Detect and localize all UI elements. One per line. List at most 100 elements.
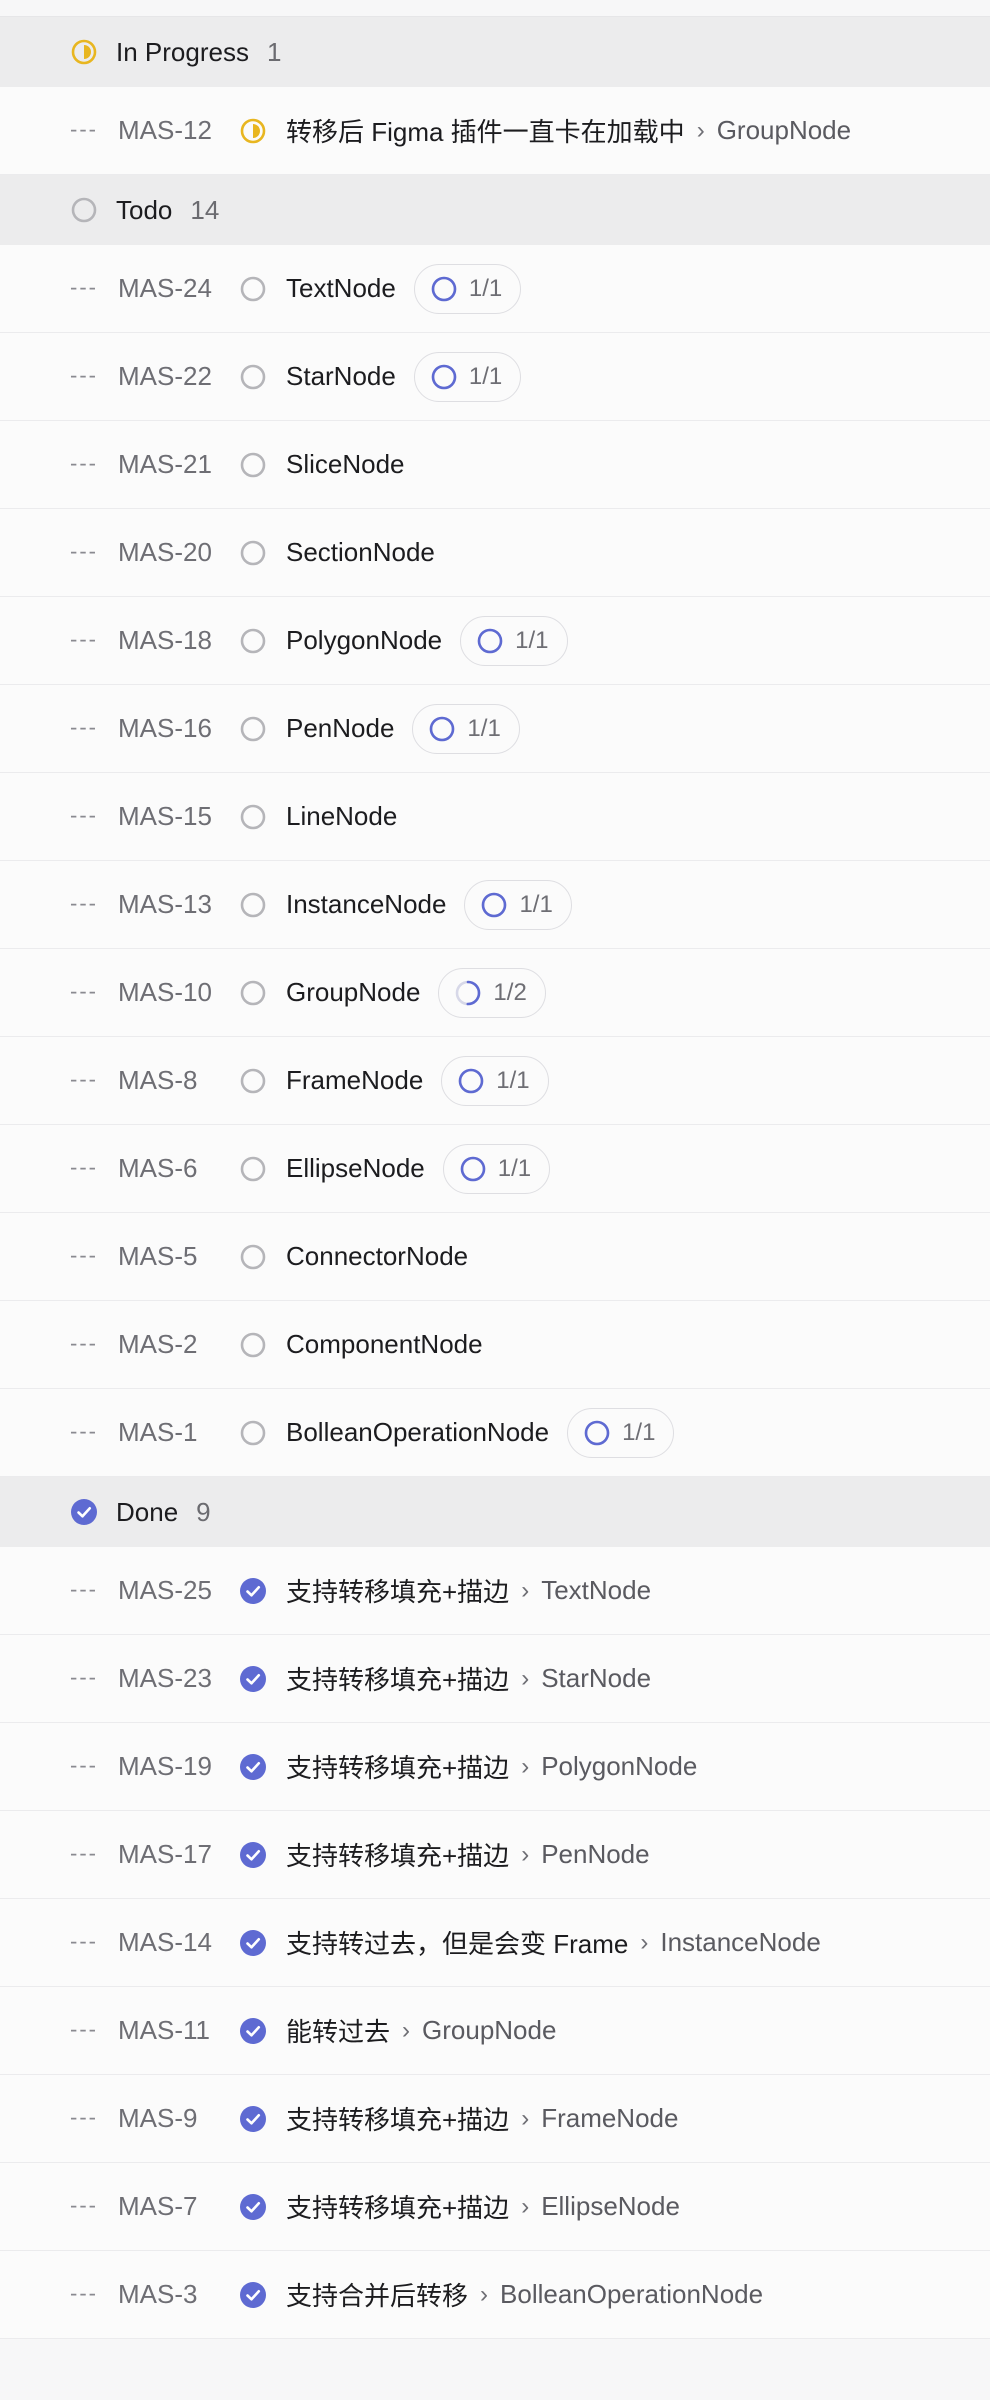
issue-status-button[interactable]	[238, 362, 268, 392]
issue-body: 支持转移填充+描边 › FrameNode	[286, 2100, 678, 2137]
issue-status-button[interactable]	[238, 1752, 268, 1782]
parent-separator: ›	[402, 2016, 411, 2044]
sub-issue-progress-pill[interactable]: 1/1	[464, 879, 572, 930]
row-menu-icon[interactable]: ---	[70, 2016, 98, 2042]
issue-row[interactable]: --- MAS-20 SectionNode	[0, 509, 990, 597]
issue-title: StarNode	[286, 361, 396, 391]
issue-status-button[interactable]	[238, 1576, 268, 1606]
row-menu-icon[interactable]: ---	[70, 802, 98, 828]
issue-row[interactable]: --- MAS-21 SliceNode	[0, 421, 990, 509]
issue-status-button[interactable]	[238, 2280, 268, 2310]
sub-issue-progress-pill[interactable]: 1/1	[442, 1143, 551, 1194]
sub-issue-progress-pill[interactable]: 1/2	[438, 967, 546, 1018]
issue-status-button[interactable]	[238, 978, 268, 1008]
issue-row[interactable]: --- MAS-7 支持转移填充+描边 › EllipseNode	[0, 2163, 990, 2251]
issue-id: MAS-5	[118, 1241, 198, 1271]
issue-row[interactable]: --- MAS-15 LineNode	[0, 773, 990, 861]
issue-row[interactable]: --- MAS-5 ConnectorNode	[0, 1213, 990, 1301]
row-menu-icon[interactable]: ---	[70, 274, 98, 300]
row-menu-icon[interactable]: ---	[70, 978, 98, 1004]
sub-issue-progress-pill[interactable]: 1/1	[413, 263, 522, 314]
issue-row[interactable]: --- MAS-9 支持转移填充+描边 › FrameNode	[0, 2075, 990, 2163]
sub-issue-progress-pill[interactable]: 1/1	[567, 1407, 675, 1458]
issue-status-button[interactable]	[238, 1330, 268, 1360]
parent-issue-title: EllipseNode	[541, 2191, 680, 2221]
issue-row[interactable]: --- MAS-18 PolygonNode 1/1	[0, 597, 990, 685]
issue-row[interactable]: --- MAS-11 能转过去 › GroupNode	[0, 1987, 990, 2075]
row-menu-icon[interactable]: ---	[70, 1242, 98, 1268]
issue-status-button[interactable]	[238, 274, 268, 304]
issue-status-button[interactable]	[238, 1066, 268, 1096]
issue-row[interactable]: --- MAS-3 支持合并后转移 › BolleanOperationNode	[0, 2251, 990, 2339]
row-menu-icon[interactable]: ---	[70, 626, 98, 652]
issue-status-button[interactable]	[238, 116, 268, 146]
issue-title: 支持转移填充+描边	[286, 2105, 510, 2135]
row-menu-icon[interactable]: ---	[70, 1840, 98, 1866]
row-menu-icon[interactable]: ---	[70, 362, 98, 388]
issue-status-button[interactable]	[238, 1840, 268, 1870]
issue-status-button[interactable]	[238, 450, 268, 480]
row-menu-icon[interactable]: ---	[70, 1752, 98, 1778]
issue-status-button[interactable]	[238, 2192, 268, 2222]
row-menu-icon[interactable]: ---	[70, 1576, 98, 1602]
issue-status-button[interactable]	[238, 1242, 268, 1272]
issue-row[interactable]: --- MAS-2 ComponentNode	[0, 1301, 990, 1389]
sub-issue-progress-pill[interactable]: 1/1	[413, 351, 522, 402]
row-menu-icon[interactable]: ---	[70, 116, 98, 142]
issue-status-button[interactable]	[238, 1418, 268, 1448]
row-menu-icon[interactable]: ---	[70, 2192, 98, 2218]
issue-status-button[interactable]	[238, 1928, 268, 1958]
sub-issue-progress-wrap	[429, 274, 459, 304]
row-menu-icon[interactable]: ---	[70, 714, 98, 740]
issue-row[interactable]: --- MAS-12 转移后 Figma 插件一直卡在加载中 › GroupNode	[0, 87, 990, 175]
issue-status-button[interactable]	[238, 626, 268, 656]
issue-row[interactable]: --- MAS-19 支持转移填充+描边 › PolygonNode	[0, 1723, 990, 1811]
issue-title: 支持转移填充+描边	[286, 1577, 510, 1607]
issue-status-button[interactable]	[238, 1664, 268, 1694]
sub-issue-progress-pill[interactable]: 1/1	[441, 1055, 549, 1106]
issue-row[interactable]: --- MAS-10 GroupNode 1/2	[0, 949, 990, 1037]
issue-title: ComponentNode	[286, 1329, 483, 1359]
issue-row[interactable]: --- MAS-13 InstanceNode 1/1	[0, 861, 990, 949]
row-menu-icon[interactable]: ---	[70, 1928, 98, 1954]
issue-row[interactable]: --- MAS-14 支持转过去，但是会变 Frame › InstanceNode	[0, 1899, 990, 1987]
issue-row[interactable]: --- MAS-23 支持转移填充+描边 › StarNode	[0, 1635, 990, 1723]
group-header-todo[interactable]: Todo 14	[0, 175, 990, 245]
row-menu-icon[interactable]: ---	[70, 1154, 98, 1180]
issue-title: SectionNode	[286, 537, 435, 567]
row-menu-icon[interactable]: ---	[70, 2104, 98, 2130]
row-menu-icon[interactable]: ---	[70, 538, 98, 564]
issue-row[interactable]: --- MAS-25 支持转移填充+描边 › TextNode	[0, 1547, 990, 1635]
row-menu-icon[interactable]: ---	[70, 1664, 98, 1690]
issue-row[interactable]: --- MAS-16 PenNode 1/1	[0, 685, 990, 773]
parent-issue-title: FrameNode	[541, 2103, 679, 2133]
row-menu-icon[interactable]: ---	[70, 450, 98, 476]
group-header-in-progress[interactable]: In Progress 1	[0, 17, 990, 87]
sub-issue-progress-pill[interactable]: 1/1	[412, 703, 520, 754]
issue-body: 支持转移填充+描边 › EllipseNode	[286, 2188, 680, 2225]
issue-status-button[interactable]	[238, 2104, 268, 2134]
row-menu-icon[interactable]: ---	[70, 1066, 98, 1092]
issue-status-button[interactable]	[238, 714, 268, 744]
issue-status-button[interactable]	[238, 802, 268, 832]
parent-issue-title: GroupNode	[716, 115, 852, 145]
issue-row[interactable]: --- MAS-17 支持转移填充+描边 › PenNode	[0, 1811, 990, 1899]
row-menu-icon[interactable]: ---	[70, 1330, 98, 1356]
sub-issue-progress-pill[interactable]: 1/1	[460, 615, 568, 666]
issue-row[interactable]: --- MAS-22 StarNode 1/1	[0, 333, 990, 421]
issue-body: ComponentNode	[286, 1329, 483, 1360]
issue-status-button[interactable]	[238, 890, 268, 920]
group-header-done[interactable]: Done 9	[0, 1477, 990, 1547]
issue-row[interactable]: --- MAS-24 TextNode 1/1	[0, 245, 990, 333]
row-menu-icon[interactable]: ---	[70, 890, 98, 916]
issue-row[interactable]: --- MAS-6 EllipseNode 1/1	[0, 1125, 990, 1213]
issue-title: 支持转移填充+描边	[286, 1753, 510, 1783]
issue-status-button[interactable]	[238, 1154, 268, 1184]
issue-status-button[interactable]	[238, 538, 268, 568]
issue-row[interactable]: --- MAS-1 BolleanOperationNode 1/1	[0, 1389, 990, 1477]
issue-status-button[interactable]	[238, 2016, 268, 2046]
issue-title: GroupNode	[286, 977, 421, 1007]
row-menu-icon[interactable]: ---	[70, 1418, 98, 1444]
issue-row[interactable]: --- MAS-8 FrameNode 1/1	[0, 1037, 990, 1125]
row-menu-icon[interactable]: ---	[70, 2280, 98, 2306]
